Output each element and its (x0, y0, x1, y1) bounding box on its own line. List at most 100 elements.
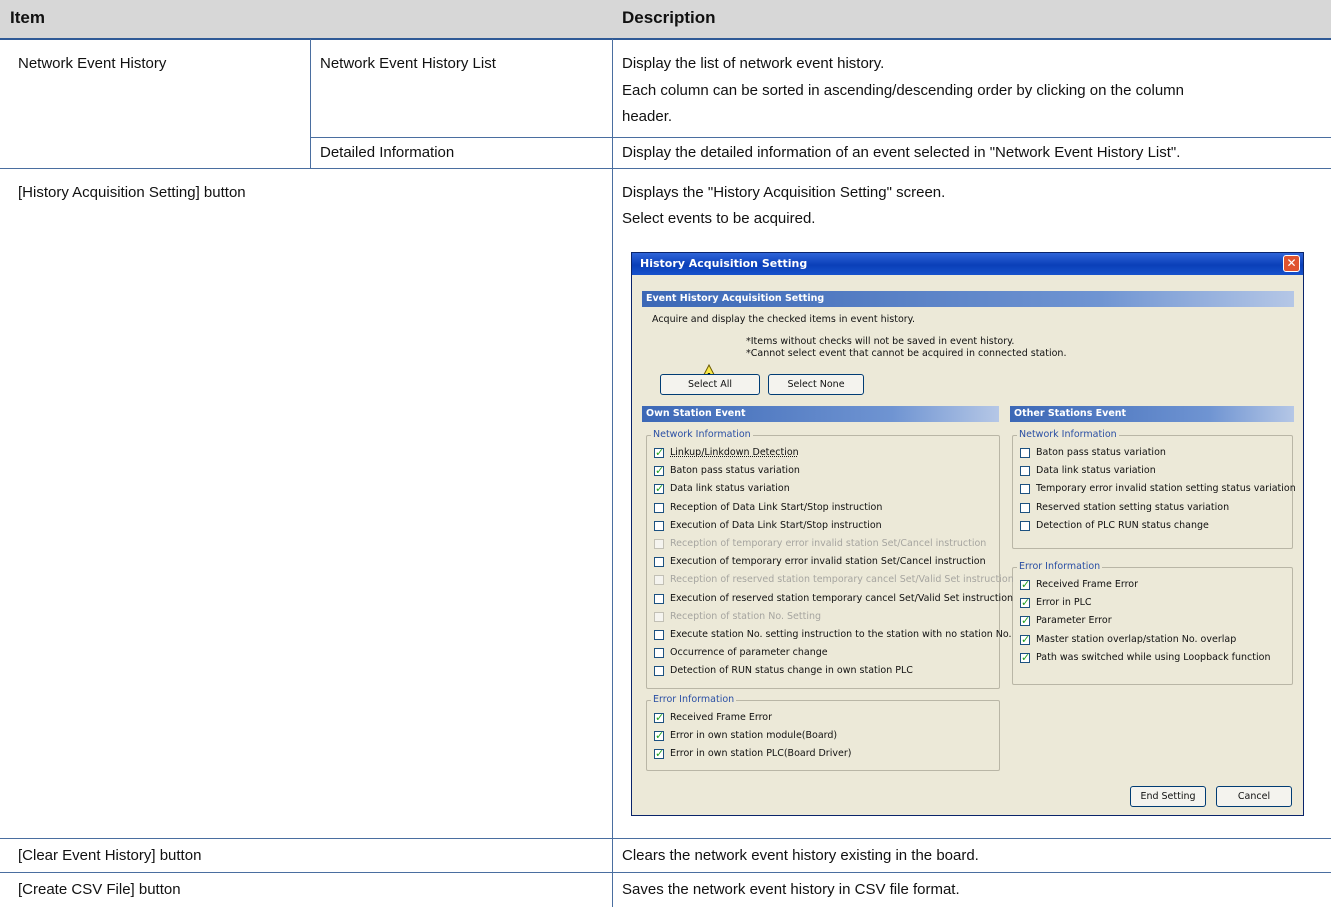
checkbox[interactable] (654, 630, 664, 640)
checkbox-label: Error in own station module(Board) (670, 730, 838, 741)
checkbox[interactable]: ✓ (654, 711, 665, 724)
checkbox-label: Received Frame Error (670, 712, 773, 723)
checkbox[interactable]: ✓ (654, 446, 665, 459)
checkbox[interactable] (654, 557, 664, 568)
column-divider (310, 39, 311, 168)
row-divider (310, 137, 1331, 138)
checkbox[interactable] (654, 648, 664, 659)
header-item: Item (10, 8, 45, 27)
column-divider (612, 39, 613, 907)
note-text: *Cannot select event that cannot be acqu… (746, 348, 1067, 359)
checkbox-label: Path was switched while using Loopback f… (1036, 651, 1271, 663)
checkbox[interactable]: ✓ (1020, 596, 1031, 610)
checkbox-label: Detection of PLC RUN status change (1036, 519, 1209, 531)
desc-line: Select events to be acquired. (622, 210, 816, 227)
checkbox-label: Execute station No. setting instruction … (670, 629, 1012, 640)
checkbox[interactable] (654, 666, 664, 677)
group-legend: Network Information (651, 429, 753, 440)
group-legend: Error Information (1017, 561, 1103, 572)
instruction-text: Acquire and display the checked items in… (652, 314, 915, 325)
check-mark-icon: ✓ (1021, 578, 1031, 591)
checkbox-label: Execution of Data Link Start/Stop instru… (670, 519, 882, 531)
checkbox[interactable]: ✓ (654, 729, 665, 742)
section-own-station-event: Own Station Event (642, 406, 999, 422)
checkbox-label: Error in own station PLC(Board Driver) (670, 748, 852, 759)
checkbox (654, 575, 664, 586)
select-none-button[interactable]: Select None (768, 374, 864, 395)
checkbox-label: Reception of temporary error invalid sta… (670, 538, 987, 549)
table-header: Item Description (0, 0, 1331, 38)
checkbox[interactable] (654, 520, 664, 531)
checkbox[interactable] (1020, 520, 1030, 531)
checkbox[interactable]: ✓ (654, 464, 665, 478)
desc-line: Displays the "History Acquisition Settin… (622, 184, 946, 201)
checkbox[interactable]: ✓ (1020, 578, 1031, 591)
check-mark-icon: ✓ (1021, 596, 1031, 610)
check-mark-icon: ✓ (655, 464, 665, 478)
checkbox[interactable] (1020, 448, 1030, 458)
desc-line: header. (622, 108, 673, 125)
group-legend: Error Information (651, 694, 737, 705)
cancel-button[interactable]: Cancel (1216, 786, 1292, 807)
row-clear-event-history: [Clear Event History] button (18, 847, 202, 864)
checkbox[interactable]: ✓ (1020, 632, 1031, 646)
group-legend: Network Information (1017, 429, 1119, 440)
checkbox[interactable]: ✓ (654, 482, 664, 495)
history-acquisition-dialog: History Acquisition Setting ✕ Event Hist… (631, 252, 1304, 816)
end-setting-button[interactable]: End Setting (1130, 786, 1206, 807)
checkbox-label: Occurrence of parameter change (670, 647, 828, 659)
row-event-history-list: Network Event History List (320, 55, 496, 72)
checkbox-label: Linkup/Linkdown Detection (670, 447, 799, 458)
dialog-title-bar: History Acquisition Setting ✕ (632, 253, 1303, 275)
section-event-history-acquisition: Event History Acquisition Setting (642, 291, 1294, 307)
checkbox-label: Temporary error invalid station setting … (1036, 483, 1296, 495)
desc-line: Each column can be sorted in ascending/d… (622, 82, 1185, 99)
checkbox[interactable] (1020, 502, 1030, 513)
check-mark-icon: ✓ (1021, 614, 1031, 628)
checkbox (654, 611, 664, 622)
checkbox-label: Reception of Data Link Start/Stop instru… (670, 501, 883, 513)
check-mark-icon: ✓ (655, 747, 665, 760)
checkbox (654, 539, 664, 549)
checkbox-label: Error in PLC (1036, 597, 1092, 609)
select-all-button[interactable]: Select All (660, 374, 760, 395)
checkbox[interactable] (654, 502, 664, 513)
check-mark-icon: ✓ (655, 711, 665, 724)
row-divider (0, 168, 1331, 169)
check-mark-icon: ✓ (1021, 650, 1031, 664)
checkbox-label: Reserved station setting status variatio… (1036, 501, 1230, 513)
checkbox-label: Reception of reserved station temporary … (670, 574, 1014, 586)
checkbox[interactable]: ✓ (1020, 650, 1031, 664)
header-rule (0, 38, 1331, 40)
check-mark-icon: ✓ (655, 729, 665, 742)
checkbox-label: Data link status variation (670, 483, 790, 495)
desc-line: Display the list of network event histor… (622, 55, 885, 72)
row-divider (0, 838, 1331, 839)
dialog-title: History Acquisition Setting (640, 257, 808, 270)
checkbox-label: Master station overlap/station No. overl… (1036, 633, 1237, 645)
note-text: *Items without checks will not be saved … (746, 336, 1015, 347)
checkbox[interactable] (1020, 484, 1030, 495)
checkbox[interactable] (1020, 466, 1030, 477)
desc-line: Display the detailed information of an e… (622, 144, 1181, 161)
close-icon[interactable]: ✕ (1283, 255, 1300, 272)
desc-line: Saves the network event history in CSV f… (622, 881, 960, 898)
check-mark-icon: ✓ (1021, 632, 1031, 646)
row-create-csv-file: [Create CSV File] button (18, 881, 181, 898)
checkbox[interactable]: ✓ (654, 747, 665, 760)
checkbox-label: Execution of temporary error invalid sta… (670, 556, 986, 568)
desc-line: Clears the network event history existin… (622, 847, 979, 864)
row-detailed-information: Detailed Information (320, 144, 455, 161)
checkbox-label: Parameter Error (1036, 615, 1112, 627)
row-network-event-history: Network Event History (18, 55, 167, 72)
checkbox-label: Data link status variation (1036, 465, 1156, 477)
section-other-stations-event: Other Stations Event (1010, 406, 1294, 422)
checkbox[interactable] (654, 593, 664, 604)
checkbox-label: Reception of station No. Setting (670, 610, 822, 622)
checkbox[interactable]: ✓ (1020, 614, 1031, 628)
check-mark-icon: ✓ (655, 446, 665, 459)
checkbox-label: Received Frame Error (1036, 579, 1139, 590)
row-divider (0, 872, 1331, 873)
header-description: Description (622, 8, 716, 27)
checkbox-label: Baton pass status variation (670, 465, 800, 477)
